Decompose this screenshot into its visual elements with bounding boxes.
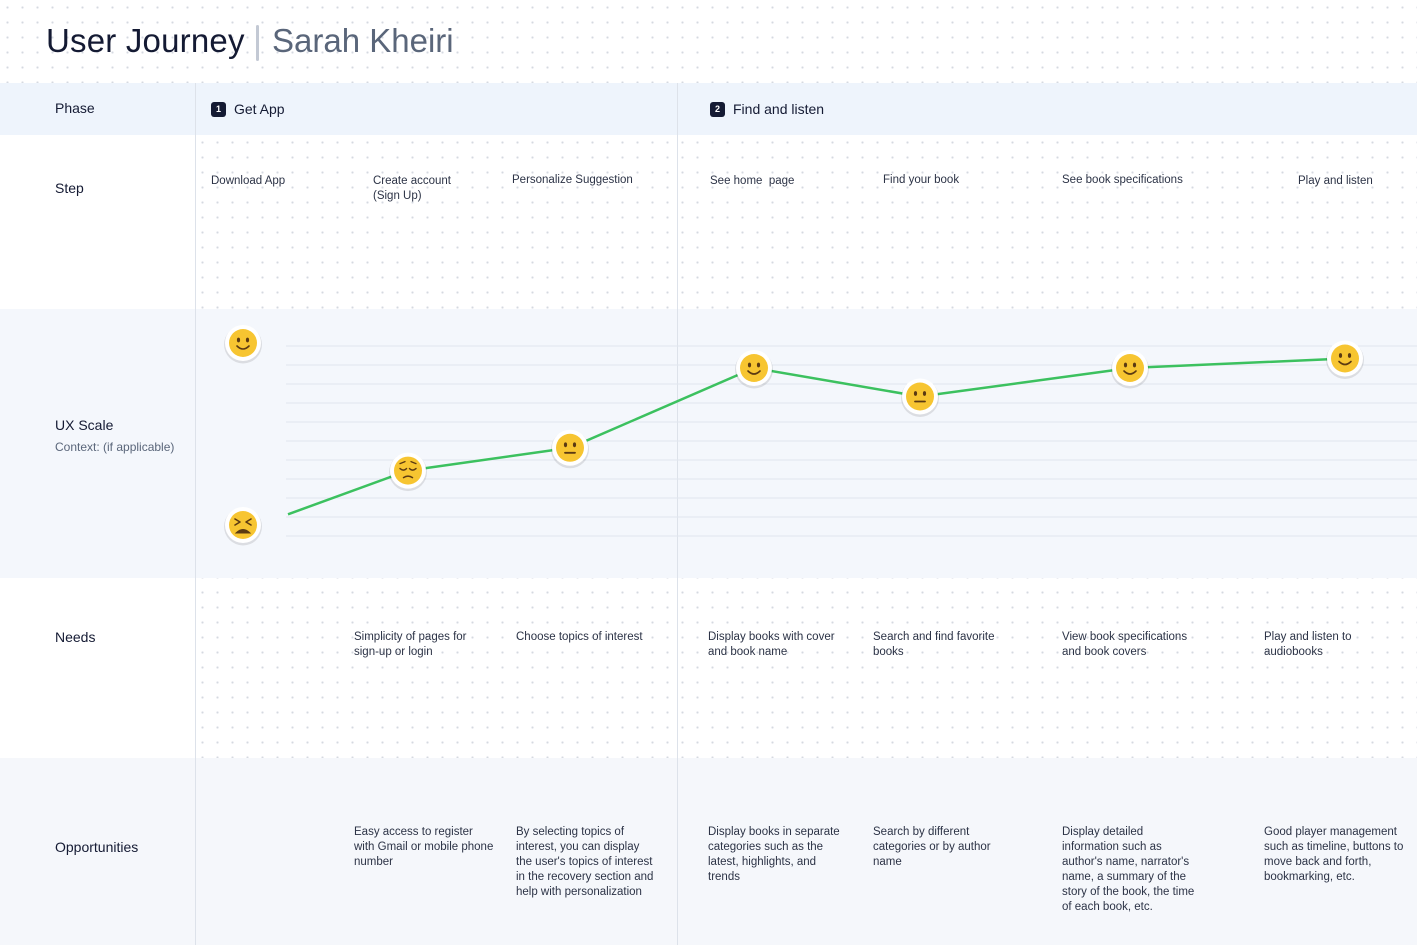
ux-point-emoji — [1111, 350, 1149, 389]
opportunity-cell: Display books in separate categories suc… — [708, 826, 840, 883]
scale-bottom-emoji — [224, 507, 262, 546]
emoji-face — [1116, 354, 1144, 382]
emoji-eye — [922, 391, 927, 396]
emoji-face — [394, 456, 422, 485]
scale-top-emoji — [224, 325, 262, 364]
emoji-eye — [236, 337, 241, 343]
emoji-face — [556, 433, 584, 462]
emoji-face — [229, 329, 257, 357]
emoji-face — [229, 511, 257, 539]
ux-point-emoji — [389, 452, 427, 492]
emoji-eye — [1338, 353, 1343, 358]
emoji-eye — [245, 337, 250, 343]
emoji-eye — [747, 362, 752, 368]
needs-cell: Choose topics of interest — [516, 631, 643, 643]
opportunity-cell: Good player management such as timeline,… — [1264, 826, 1404, 883]
opportunity-cell: Search by different categories or by aut… — [873, 826, 991, 868]
emoji-eye — [572, 442, 577, 448]
emoji-face — [1331, 344, 1359, 373]
emoji-eye — [1132, 362, 1137, 368]
emoji-eye — [756, 362, 761, 368]
emoji-eye — [1123, 362, 1128, 368]
emoji-eye — [913, 391, 918, 396]
needs-cell: Search and find favorite books — [873, 631, 995, 658]
needs-cell: View book specifications and book covers — [1062, 631, 1188, 658]
ux-line — [287, 357, 1346, 516]
needs-cell: Display books with cover and book name — [708, 631, 835, 658]
opportunity-cell: Easy access to register with Gmail or mo… — [354, 826, 494, 868]
opportunity-cell: By selecting topics of interest, you can… — [516, 826, 654, 898]
ux-point-emoji — [735, 350, 773, 389]
opportunity-cell: Display detailed information such as aut… — [1062, 826, 1195, 913]
ux-point-emoji — [551, 429, 589, 469]
emoji-face — [740, 354, 768, 382]
ux-scale-chart — [224, 325, 1417, 546]
emoji-eye — [563, 442, 568, 448]
needs-cell: Simplicity of pages for sign-up or login — [354, 631, 467, 658]
emoji-eye — [1347, 353, 1352, 358]
emoji-face — [906, 382, 934, 411]
needs-cell: Play and listen to audiobooks — [1264, 631, 1352, 658]
